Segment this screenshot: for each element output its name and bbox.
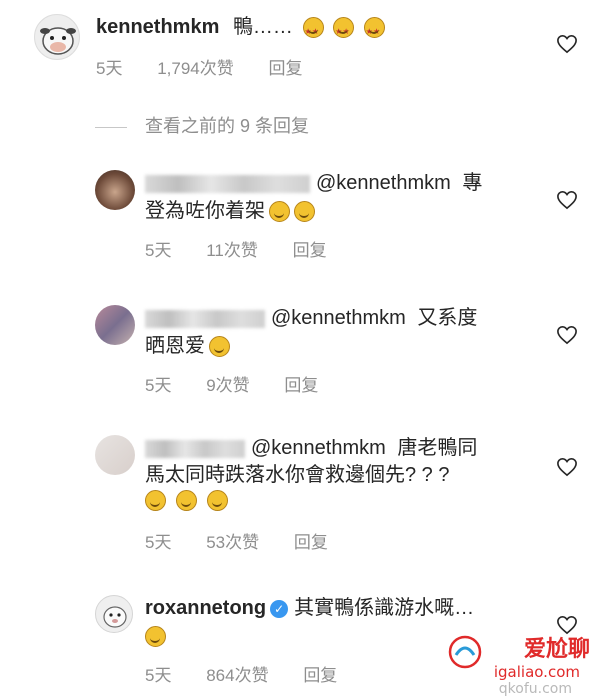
avatar[interactable]	[95, 595, 133, 633]
like-count[interactable]: 9次赞	[206, 376, 249, 395]
laughing-emoji-icon	[207, 490, 228, 512]
timestamp: 5天	[145, 376, 172, 395]
heart-outline-icon[interactable]	[556, 457, 578, 477]
reply-text: 登為咗你着架	[145, 200, 265, 222]
reply-meta: 5天 53次赞 回复	[145, 528, 358, 553]
reply-button[interactable]: 回复	[303, 666, 337, 685]
reply-button[interactable]: 回复	[294, 533, 328, 552]
reply-text: 又系度	[417, 307, 478, 329]
reply-line-2: 馬太同時跌落水你會救邊個先? ? ?	[145, 462, 449, 488]
reply-line-2	[141, 623, 166, 649]
reply-line-1: @kennethmkm 專	[145, 170, 482, 196]
watermark-logo-icon	[448, 635, 482, 669]
raised-eyebrow-emoji-icon	[209, 336, 230, 358]
relieved-emoji-icon	[294, 201, 315, 223]
reply-line-2: 登為咗你着架	[145, 198, 315, 224]
timestamp: 5天	[145, 533, 172, 552]
animal-avatar-icon	[103, 606, 127, 628]
mention[interactable]: @kennethmkm	[271, 307, 406, 329]
watermark-site: igaliao.com	[493, 663, 580, 681]
comment-text: 鴨……	[232, 16, 293, 38]
star-eyes-emoji-icon	[333, 17, 355, 45]
smirk-emoji-icon	[269, 201, 290, 223]
heart-outline-icon[interactable]	[556, 34, 578, 54]
like-count[interactable]: 11次赞	[206, 241, 258, 260]
reply-text: 馬太同時跌落水你會救邊個先? ? ?	[145, 464, 450, 486]
heart-outline-icon[interactable]	[556, 190, 578, 210]
blurred-username	[145, 174, 310, 193]
view-previous-label[interactable]: 查看之前的 9 条回复	[145, 116, 309, 136]
divider	[95, 126, 127, 128]
like-count[interactable]: 1,794次赞	[157, 59, 234, 78]
watermark-brand: 爱尬聊	[523, 637, 590, 662]
star-eyes-emoji-icon	[302, 17, 324, 45]
mention[interactable]: @kennethmkm	[316, 172, 451, 194]
top-comment: kennethmkm 鴨…… 5天 1,794次赞 回复	[0, 0, 600, 100]
heart-outline-icon[interactable]	[556, 325, 578, 345]
timestamp: 5天	[96, 59, 123, 78]
reply-3: @kennethmkm 唐老鴨同 馬太同時跌落水你會救邊個先? ? ? 5天 5…	[0, 425, 600, 560]
reply-meta: 5天 9次赞 回复	[145, 371, 348, 396]
cow-avatar-icon	[40, 27, 76, 55]
reply-line-1: @kennethmkm 唐老鴨同	[145, 435, 477, 461]
username[interactable]: roxannetong	[145, 597, 266, 619]
star-eyes-emoji-icon	[363, 17, 385, 45]
comment-body: kennethmkm 鴨……	[96, 14, 385, 45]
reply-button[interactable]: 回复	[284, 376, 318, 395]
laughing-emoji-icon	[176, 490, 197, 512]
reply-line-2: 晒恩爱	[145, 333, 230, 359]
reply-text: 專	[462, 172, 483, 194]
reply-text: 唐老鴨同	[397, 437, 478, 459]
view-previous-replies[interactable]: 查看之前的 9 条回复	[95, 112, 309, 138]
reply-line-3	[141, 487, 228, 513]
reply-text: 晒恩爱	[145, 335, 205, 357]
timestamp: 5天	[145, 241, 172, 260]
blurred-username	[145, 309, 265, 328]
rolling-laughing-emoji-icon	[145, 626, 166, 648]
avatar[interactable]	[95, 170, 135, 210]
like-count[interactable]: 864次赞	[206, 666, 268, 685]
watermark: 爱尬聊 igaliao.com qkofu.com	[440, 627, 600, 697]
reply-line-1: @kennethmkm 又系度	[145, 305, 477, 331]
watermark-site-secondary: qkofu.com	[498, 681, 572, 697]
laughing-emoji-icon	[145, 490, 166, 512]
timestamp: 5天	[145, 666, 172, 685]
reply-meta: 5天 11次赞 回复	[145, 236, 357, 261]
avatar[interactable]	[95, 435, 135, 475]
like-count[interactable]: 53次赞	[206, 533, 259, 552]
reply-button[interactable]: 回复	[293, 241, 327, 260]
reply-meta: 5天 864次赞 回复	[145, 661, 367, 686]
reply-1: @kennethmkm 專 登為咗你着架 5天 11次赞 回复	[0, 160, 600, 270]
reply-button[interactable]: 回复	[268, 59, 302, 78]
avatar[interactable]	[34, 14, 80, 60]
username[interactable]: kennethmkm	[96, 16, 219, 38]
blurred-username	[145, 439, 245, 458]
reply-2: @kennethmkm 又系度 晒恩爱 5天 9次赞 回复	[0, 295, 600, 405]
comment-meta: 5天 1,794次赞 回复	[96, 54, 332, 79]
verified-badge-icon: ✓	[270, 599, 289, 618]
reply-line-1: roxannetong ✓ 其實鴨係識游水嘅…	[145, 595, 474, 621]
reply-text: 其實鴨係識游水嘅…	[294, 597, 475, 619]
mention[interactable]: @kennethmkm	[251, 437, 386, 459]
avatar[interactable]	[95, 305, 135, 345]
